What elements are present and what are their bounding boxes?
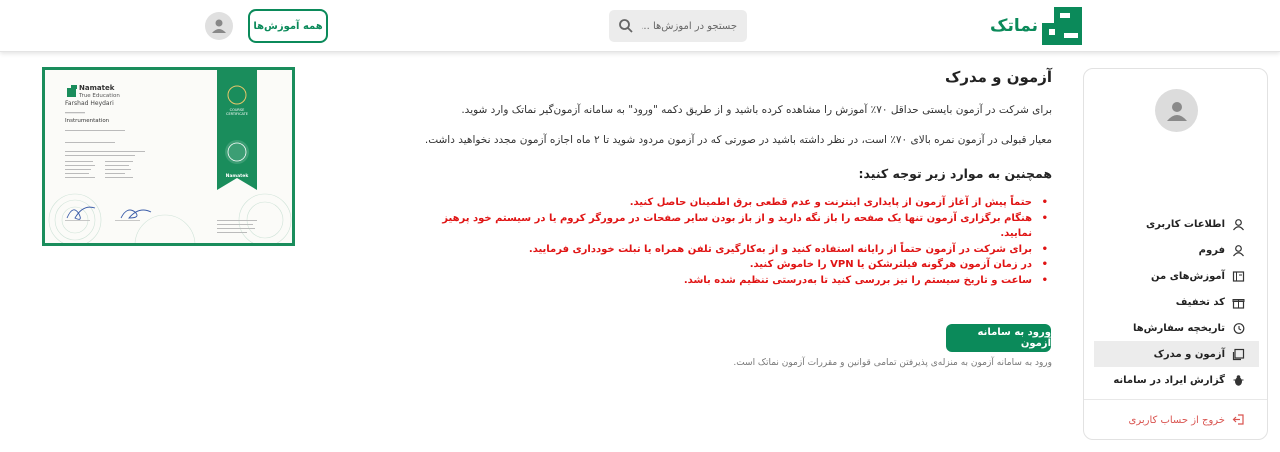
- user-avatar[interactable]: [205, 12, 233, 40]
- notes-heading: همچنین به موارد زیر توجه کنید:: [858, 166, 1053, 181]
- user-icon: [1231, 217, 1245, 231]
- exam-certificate-section: آزمون و مدرک برای شرکت در آزمون بایستی ح…: [420, 66, 1053, 368]
- sidebar-item-profile[interactable]: اطلاعات کاربری: [1094, 211, 1259, 237]
- sidebar-item-my-courses[interactable]: آموزش‌های من: [1094, 263, 1259, 289]
- list-item: برای شرکت در آزمون حتماً از رایانه استفا…: [420, 242, 1048, 258]
- certificate-icon: [1231, 347, 1245, 361]
- terms-note: ورود به سامانه آزمون به منزله‌ی پذیرفتن …: [733, 358, 1052, 368]
- certificate-tagline: True Education: [79, 93, 120, 99]
- list-item: در زمان آزمون هرگونه فیلترشکن یا VPN را …: [420, 257, 1048, 273]
- sidebar-item-exam-certificate[interactable]: آزمون و مدرک: [1094, 341, 1259, 367]
- profile-avatar[interactable]: [1155, 89, 1198, 132]
- exam-rules-list: حتماً پیش از آغاز آزمون از پایداری اینتر…: [420, 195, 1052, 288]
- list-item: ساعت و تاریخ سیستم را نیز بررسی کنید تا …: [420, 273, 1048, 289]
- brand-logo[interactable]: نماتک: [990, 7, 1082, 45]
- sidebar-item-label: کد تخفیف: [1175, 296, 1225, 308]
- list-item: حتماً پیش از آغاز آزمون از پایداری اینتر…: [420, 195, 1048, 211]
- brand-name: نماتک: [990, 16, 1038, 36]
- user-sidebar: اطلاعات کاربری فروم آموزش‌های من کد تخفی…: [1083, 68, 1268, 440]
- certificate-recipient: Farshad Heydari: [65, 100, 114, 107]
- logout-label: خروج از حساب کاربری: [1128, 414, 1225, 426]
- sidebar-item-label: اطلاعات کاربری: [1145, 218, 1225, 230]
- certificate-image: Namatek True Education Farshad Heydari I…: [42, 67, 295, 246]
- bug-icon: [1231, 373, 1245, 387]
- search-input[interactable]: [642, 20, 737, 32]
- sidebar-item-label: فروم: [1198, 244, 1225, 256]
- certificate-ribbon-brand: Namatek: [225, 174, 249, 179]
- logout-icon: [1231, 413, 1245, 427]
- sidebar-item-discount-code[interactable]: کد تخفیف: [1094, 289, 1259, 315]
- avatar-person-icon: [212, 19, 226, 33]
- sidebar-menu: اطلاعات کاربری فروم آموزش‌های من کد تخفی…: [1094, 211, 1259, 393]
- page-title: آزمون و مدرک: [945, 68, 1052, 86]
- exam-requirement-text: برای شرکت در آزمون بایستی حداقل ۷۰٪ آموز…: [461, 104, 1052, 116]
- avatar-person-icon: [1166, 101, 1187, 121]
- sidebar-item-bug-report[interactable]: گزارش ایراد در سامانه: [1094, 367, 1259, 393]
- gift-icon: [1231, 295, 1245, 309]
- enter-exam-button[interactable]: ورود به سامانه آزمون: [946, 324, 1051, 352]
- search-box[interactable]: [609, 10, 747, 42]
- history-icon: [1231, 321, 1245, 335]
- pass-criteria-text: معیار قبولی در آزمون نمره بالای ۷۰٪ است،…: [424, 134, 1052, 146]
- sidebar-item-forum[interactable]: فروم: [1094, 237, 1259, 263]
- logout-button[interactable]: خروج از حساب کاربری: [1094, 410, 1259, 430]
- list-item: هنگام برگزاری آزمون تنها یک صفحه را باز …: [420, 211, 1048, 242]
- sidebar-divider: [1084, 399, 1267, 400]
- top-header: نماتک همه آموزش‌ها: [0, 0, 1280, 52]
- certificate-brand: Namatek: [79, 84, 115, 92]
- user-icon: [1231, 243, 1245, 257]
- sidebar-item-label: تاریخچه سفارش‌ها: [1132, 322, 1225, 334]
- all-courses-button[interactable]: همه آموزش‌ها: [248, 9, 328, 43]
- certificate-course: Instrumentation: [65, 118, 110, 124]
- sidebar-item-label: گزارش ایراد در سامانه: [1113, 374, 1225, 386]
- search-icon[interactable]: [618, 18, 634, 34]
- brand-logo-mark-icon: [1042, 7, 1082, 45]
- sidebar-item-label: آموزش‌های من: [1151, 270, 1225, 282]
- certificate-course-label: COURSE CERTIFICATE: [226, 108, 248, 116]
- sidebar-item-order-history[interactable]: تاریخچه سفارش‌ها: [1094, 315, 1259, 341]
- book-icon: [1231, 269, 1245, 283]
- sidebar-item-label: آزمون و مدرک: [1153, 348, 1225, 360]
